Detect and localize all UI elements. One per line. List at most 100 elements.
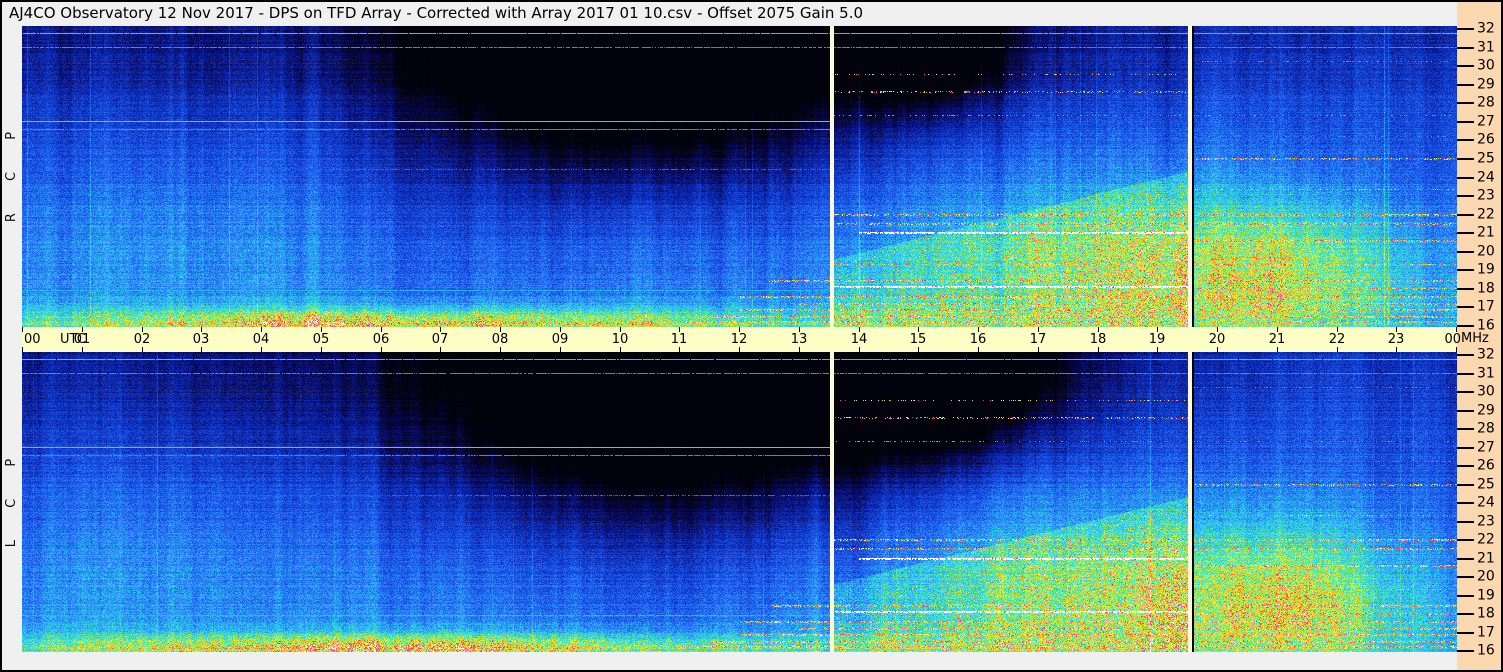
hour-label: 11 [670, 332, 688, 347]
freq-label: 29 [1477, 76, 1495, 93]
freq-label: 20 [1477, 243, 1495, 260]
freq-tick [1457, 632, 1474, 634]
hour-label: 06 [372, 332, 390, 347]
freq-label: 25 [1477, 476, 1495, 493]
freq-tick [1457, 391, 1474, 393]
freq-tick [1457, 102, 1474, 104]
freq-tick [1457, 521, 1474, 523]
hour-label: 21 [1268, 332, 1286, 347]
freq-label: 24 [1477, 494, 1495, 511]
freq-tick [1457, 502, 1474, 504]
freq-tick [1457, 306, 1474, 308]
hour-label: 05 [312, 332, 330, 347]
freq-label: 18 [1477, 280, 1495, 297]
freq-tick [1457, 28, 1474, 30]
freq-label: 32 [1477, 346, 1495, 363]
page-title: AJ4CO Observatory 12 Nov 2017 - DPS on T… [9, 4, 864, 22]
freq-label: 21 [1477, 224, 1495, 241]
freq-label: 27 [1477, 439, 1495, 456]
lcp-axis-label: L C P [4, 457, 20, 547]
freq-tick [1457, 354, 1474, 356]
freq-label: 23 [1477, 513, 1495, 530]
freq-tick [1457, 447, 1474, 449]
title-bar: AJ4CO Observatory 12 Nov 2017 - DPS on T… [2, 2, 1457, 26]
hour-label: 23 [1387, 332, 1405, 347]
rcp-spectrogram [22, 26, 1457, 327]
freq-tick [1457, 84, 1474, 86]
hour-label: 17 [1029, 332, 1047, 347]
freq-label: 20 [1477, 568, 1495, 585]
hour-tick [22, 327, 23, 332]
hour-label: 15 [909, 332, 927, 347]
hour-label: 22 [1328, 332, 1346, 347]
hour-label: 00 [24, 332, 41, 347]
freq-label: 18 [1477, 605, 1495, 622]
time-axis: UTC 00 01 02 03 04 05 06 07 08 09 10 11 12 13 14 15 16 17… [22, 327, 1461, 352]
freq-tick [1457, 558, 1474, 560]
freq-label: 22 [1477, 206, 1495, 223]
hour-label: 02 [133, 332, 151, 347]
spectrogram-viewer: AJ4CO Observatory 12 Nov 2017 - DPS on T… [0, 0, 1503, 672]
freq-tick [1457, 576, 1474, 578]
freq-tick [1457, 539, 1474, 541]
hour-label: 00 [1444, 332, 1461, 347]
freq-tick [1457, 288, 1474, 290]
freq-label: 19 [1477, 587, 1495, 604]
freq-tick [1457, 195, 1474, 197]
freq-label: 19 [1477, 261, 1495, 278]
freq-label: 31 [1477, 365, 1495, 382]
hour-label: 19 [1148, 332, 1166, 347]
freq-tick [1457, 121, 1474, 123]
freq-tick [1457, 428, 1474, 430]
freq-label: 26 [1477, 457, 1495, 474]
mhz-unit-label: MHz [1461, 331, 1489, 346]
hour-label: 13 [790, 332, 808, 347]
hour-label: 14 [850, 332, 868, 347]
hour-label: 07 [431, 332, 449, 347]
hour-label: 20 [1208, 332, 1226, 347]
freq-label: 26 [1477, 131, 1495, 148]
freq-tick [1457, 650, 1474, 652]
freq-label: 25 [1477, 150, 1495, 167]
freq-label: 28 [1477, 94, 1495, 111]
freq-tick [1457, 65, 1474, 67]
freq-tick [1457, 269, 1474, 271]
lcp-spectrogram [22, 352, 1457, 652]
freq-label: 29 [1477, 402, 1495, 419]
hour-tick [22, 347, 23, 352]
freq-tick [1457, 214, 1474, 216]
freq-tick [1457, 177, 1474, 179]
freq-label: 21 [1477, 550, 1495, 567]
freq-label: 30 [1477, 383, 1495, 400]
freq-label: 24 [1477, 169, 1495, 186]
freq-label: 30 [1477, 57, 1495, 74]
freq-tick [1457, 47, 1474, 49]
hour-label: 16 [969, 332, 987, 347]
freq-tick [1457, 410, 1474, 412]
freq-tick [1457, 373, 1474, 375]
rcp-axis-label: R C P [4, 130, 20, 223]
freq-label: 28 [1477, 420, 1495, 437]
hour-label: 12 [730, 332, 748, 347]
freq-label: 32 [1477, 20, 1495, 37]
hour-label: 01 [73, 332, 91, 347]
freq-label: 16 [1477, 642, 1495, 659]
freq-label: 27 [1477, 113, 1495, 130]
freq-tick [1457, 251, 1474, 253]
freq-label: 23 [1477, 187, 1495, 204]
freq-tick [1457, 139, 1474, 141]
hour-label: 10 [611, 332, 629, 347]
hour-label: 08 [491, 332, 509, 347]
freq-label: 22 [1477, 531, 1495, 548]
freq-tick [1457, 613, 1474, 615]
freq-tick [1457, 325, 1474, 327]
hour-label: 09 [551, 332, 569, 347]
freq-label: 17 [1477, 298, 1495, 315]
freq-label: 31 [1477, 39, 1495, 56]
freq-label: 17 [1477, 624, 1495, 641]
hour-label: 03 [192, 332, 210, 347]
freq-tick [1457, 232, 1474, 234]
hour-label: 04 [252, 332, 270, 347]
hour-label: 18 [1089, 332, 1107, 347]
freq-tick [1457, 595, 1474, 597]
